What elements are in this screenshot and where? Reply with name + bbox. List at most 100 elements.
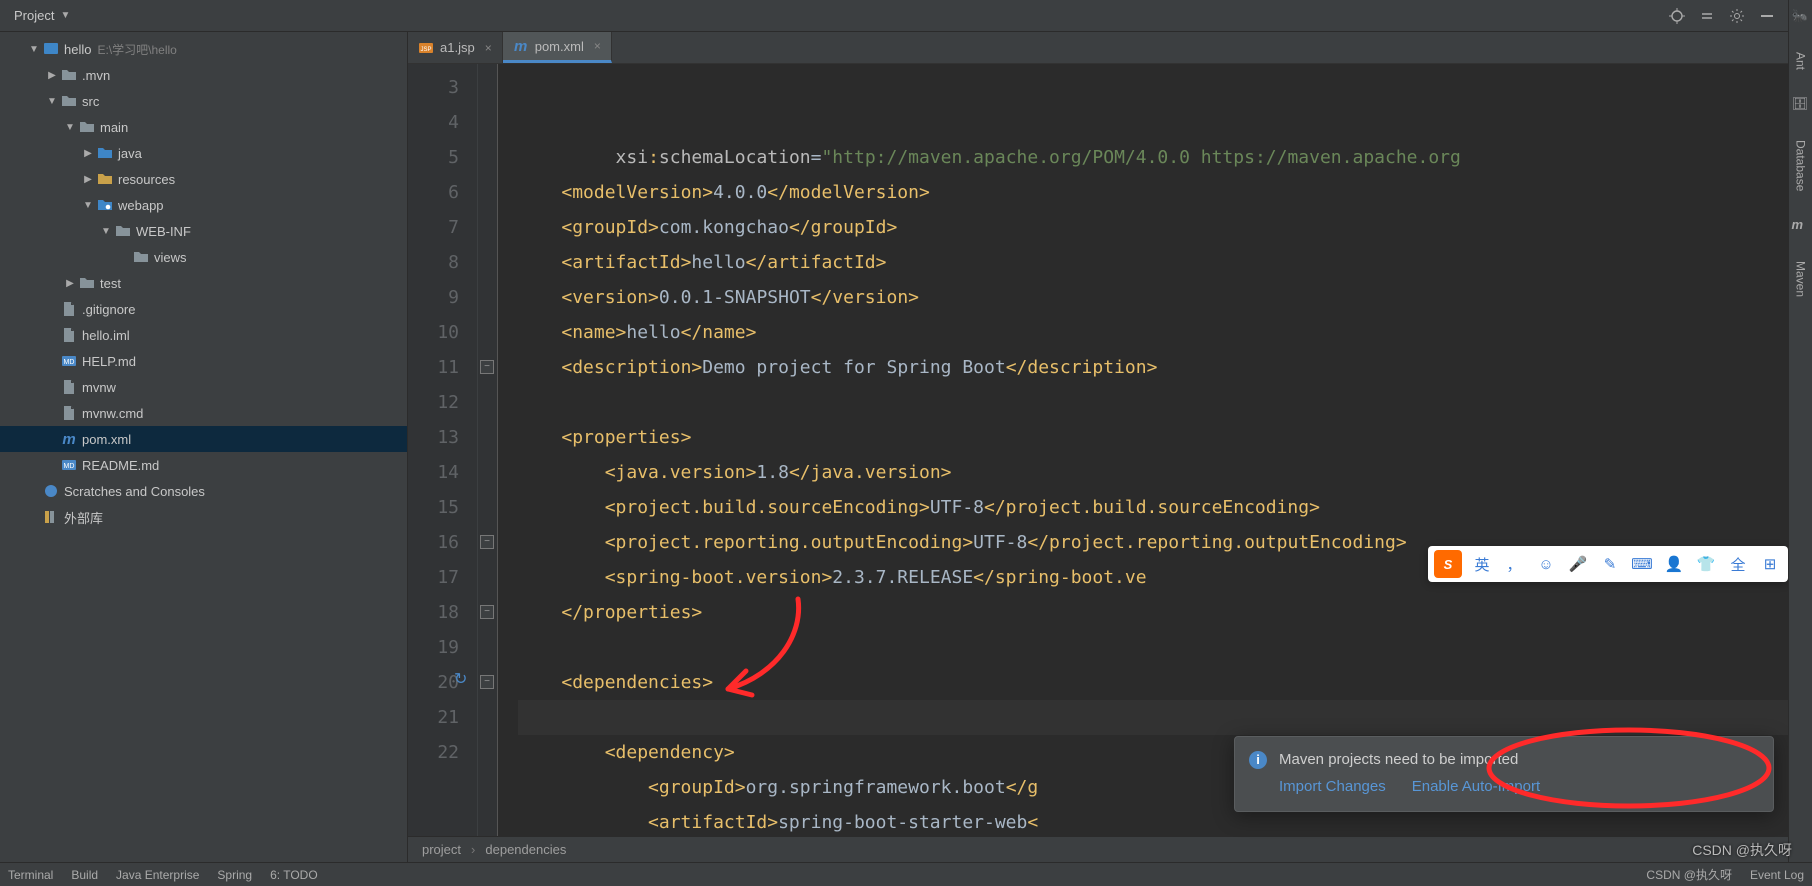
code-line[interactable]: <name>hello</name> (518, 315, 1812, 350)
reload-icon[interactable]: ↻ (454, 669, 472, 687)
ime-button[interactable]: 👤 (1662, 552, 1686, 576)
tree-row[interactable]: ▼ webapp (0, 192, 407, 218)
collapse-icon[interactable] (1695, 4, 1719, 28)
fold-marker-icon[interactable]: − (480, 535, 494, 549)
hide-icon[interactable] (1755, 4, 1779, 28)
tree-row[interactable]: MDREADME.md (0, 452, 407, 478)
tab-label: pom.xml (535, 39, 584, 54)
database-icon[interactable]: 🗄 (1792, 96, 1810, 114)
tree-row[interactable]: views (0, 244, 407, 270)
right-tool-database[interactable]: Database (1794, 134, 1808, 197)
statusbar-item[interactable]: Terminal (8, 868, 53, 882)
tree-row[interactable]: ▶test (0, 270, 407, 296)
breadcrumb-item[interactable]: dependencies (485, 842, 566, 857)
tree-row[interactable]: ▶.mvn (0, 62, 407, 88)
expand-toggle-icon[interactable]: ▼ (62, 122, 78, 133)
code-line[interactable]: <description>Demo project for Spring Boo… (518, 350, 1812, 385)
project-tree[interactable]: ▼helloE:\学习吧\hello▶.mvn▼src▼main▶java▶re… (0, 32, 408, 862)
settings-icon[interactable] (1725, 4, 1749, 28)
expand-toggle-icon[interactable]: ▼ (44, 96, 60, 107)
tree-row[interactable]: mvnw (0, 374, 407, 400)
import-changes-link[interactable]: Import Changes (1279, 778, 1386, 795)
ime-button[interactable]: 英 (1470, 552, 1494, 576)
ime-button[interactable]: ⊞ (1758, 552, 1782, 576)
code-line[interactable]: xsi:schemaLocation="http://maven.apache.… (518, 140, 1812, 175)
tree-label: WEB-INF (136, 224, 191, 239)
editor-tab[interactable]: m pom.xml × (503, 32, 612, 63)
tree-row[interactable]: MDHELP.md (0, 348, 407, 374)
enable-auto-import-link[interactable]: Enable Auto-Import (1412, 778, 1540, 795)
ime-button[interactable]: ✎ (1598, 552, 1622, 576)
ant-icon[interactable]: 🐜 (1792, 8, 1810, 26)
tree-row[interactable]: ▶ resources (0, 166, 407, 192)
code-line[interactable]: <modelVersion>4.0.0</modelVersion> (518, 175, 1812, 210)
maven-icon[interactable]: m (1792, 217, 1810, 235)
ime-button[interactable]: ⌨ (1630, 552, 1654, 576)
expand-toggle-icon[interactable]: ▶ (44, 70, 60, 81)
tree-row[interactable]: hello.iml (0, 322, 407, 348)
tree-row[interactable]: mpom.xml (0, 426, 407, 452)
project-panel-label[interactable]: Project ▼ (0, 8, 84, 23)
tree-label: resources (118, 172, 175, 187)
statusbar-item[interactable]: Event Log (1750, 868, 1804, 882)
breadcrumb-item[interactable]: project (422, 842, 461, 857)
editor-tab[interactable]: JSPa1.jsp× (408, 32, 503, 63)
locate-icon[interactable] (1665, 4, 1689, 28)
ime-toolbar[interactable]: S英 ， ☺ 🎤 ✎ ⌨ 👤 👕 全 ⊞ (1428, 546, 1788, 582)
code-line[interactable] (518, 630, 1812, 665)
code-line[interactable] (518, 700, 1812, 735)
code-line[interactable]: <project.build.sourceEncoding>UTF-8</pro… (518, 490, 1812, 525)
ime-button[interactable]: ， (1502, 552, 1526, 576)
ime-button[interactable]: 🎤 (1566, 552, 1590, 576)
statusbar-item[interactable]: CSDN @执久呀 (1646, 866, 1732, 883)
code-view[interactable]: xsi:schemaLocation="http://maven.apache.… (498, 64, 1812, 836)
fold-marker-icon[interactable]: − (480, 675, 494, 689)
statusbar-item[interactable]: Build (71, 868, 98, 882)
code-line[interactable]: <version>0.0.1-SNAPSHOT</version> (518, 280, 1812, 315)
close-icon[interactable]: × (590, 39, 601, 53)
tree-row[interactable]: mvnw.cmd (0, 400, 407, 426)
breadcrumb[interactable]: project › dependencies (408, 836, 1812, 862)
maven-icon: m (513, 38, 529, 54)
line-gutter: 345678910111213141516171819202122 (408, 64, 478, 836)
tree-row[interactable]: Scratches and Consoles (0, 478, 407, 504)
sogou-logo-icon[interactable]: S (1434, 550, 1462, 578)
fold-marker-icon[interactable]: − (480, 360, 494, 374)
code-line[interactable]: <artifactId>hello</artifactId> (518, 245, 1812, 280)
statusbar-item[interactable]: Spring (217, 868, 252, 882)
ime-button[interactable]: ☺ (1534, 552, 1558, 576)
code-line[interactable]: <dependencies> (518, 665, 1812, 700)
expand-toggle-icon[interactable]: ▼ (80, 200, 96, 211)
code-line[interactable]: <groupId>com.kongchao</groupId> (518, 210, 1812, 245)
tree-row[interactable]: ▼main (0, 114, 407, 140)
ime-button[interactable]: 👕 (1694, 552, 1718, 576)
expand-toggle-icon[interactable]: ▶ (62, 278, 78, 289)
tree-row[interactable]: ▼src (0, 88, 407, 114)
tree-label: webapp (118, 198, 164, 213)
statusbar-item[interactable]: 6: TODO (270, 868, 318, 882)
close-icon[interactable]: × (481, 41, 492, 55)
tree-row[interactable]: ▼ WEB-INF (0, 218, 407, 244)
tree-row[interactable]: ▼helloE:\学习吧\hello (0, 36, 407, 62)
panel-title: Project (14, 8, 54, 23)
fold-column[interactable]: −−−−↻ (478, 64, 498, 836)
expand-toggle-icon[interactable]: ▶ (80, 148, 96, 159)
tree-row[interactable]: ▶java (0, 140, 407, 166)
expand-toggle-icon[interactable]: ▶ (80, 174, 96, 185)
code-line[interactable] (518, 385, 1812, 420)
code-line[interactable]: <java.version>1.8</java.version> (518, 455, 1812, 490)
right-tool-ant[interactable]: Ant (1794, 46, 1808, 76)
tree-label: 外部库 (64, 508, 103, 527)
ime-button[interactable]: 全 (1726, 552, 1750, 576)
fold-marker-icon[interactable]: − (480, 605, 494, 619)
expand-toggle-icon[interactable]: ▼ (98, 226, 114, 237)
right-tool-maven[interactable]: Maven (1794, 255, 1808, 303)
tree-row[interactable]: .gitignore (0, 296, 407, 322)
statusbar-item[interactable]: Java Enterprise (116, 868, 199, 882)
tab-label: a1.jsp (440, 40, 475, 55)
folder-icon (60, 92, 78, 110)
tree-row[interactable]: 外部库 (0, 504, 407, 530)
expand-toggle-icon[interactable]: ▼ (26, 44, 42, 55)
code-line[interactable]: </properties> (518, 595, 1812, 630)
code-line[interactable]: <properties> (518, 420, 1812, 455)
